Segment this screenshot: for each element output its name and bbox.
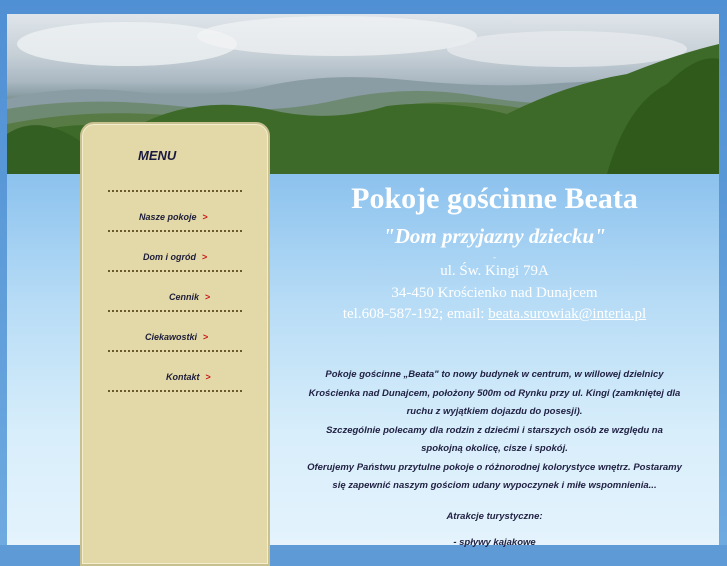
description-line: Oferujemy Państwu przytulne pokoje o róż…: [307, 461, 682, 473]
description-line: ruchu z wyjątkiem dojazdu do posesji).: [406, 406, 583, 417]
menu-divider: [108, 190, 242, 192]
address-city: 34-450 Krościenko nad Dunajcem: [391, 285, 598, 301]
menu-divider: [108, 390, 242, 392]
menu-title: MENU: [138, 148, 177, 163]
address-street: ul. Św. Kingi 79A: [440, 263, 549, 279]
description-line: spokojną okolicę, cisze i spokój.: [421, 443, 568, 454]
menu-item-ciekawostki[interactable]: Ciekawostki >: [145, 332, 208, 342]
phone-text: tel.608-587-192; email:: [342, 306, 489, 322]
page-title: Pokoje gościnne Beata: [351, 182, 638, 215]
attractions-heading: Atrakcje turystyczne:: [446, 511, 543, 522]
menu-item-dom-i-ogrod[interactable]: Dom i ogród >: [143, 252, 207, 262]
menu-item-kontakt[interactable]: Kontakt >: [166, 372, 211, 382]
menu-item-label: Cennik: [169, 292, 200, 302]
contact-line: tel.608-587-192; email: beata.surowiak@i…: [270, 306, 719, 323]
arrow-right-icon: >: [205, 292, 211, 302]
menu-item-nasze-pokoje[interactable]: Nasze pokoje >: [139, 212, 208, 222]
description-line: Szczególnie polecamy dla rodzin z dziećm…: [326, 424, 663, 436]
email-link[interactable]: beata.surowiak@interia.pl: [488, 306, 646, 322]
description-line: się zapewnić naszym gościom udany wypocz…: [332, 480, 657, 491]
arrow-right-icon: >: [202, 212, 208, 222]
menu-item-label: Nasze pokoje: [139, 212, 197, 222]
menu-item-label: Dom i ogród: [143, 252, 196, 262]
description-line: Pokoje gościnne „Beata" to nowy budynek …: [325, 369, 664, 380]
menu-divider: [108, 270, 242, 272]
description: Pokoje gościnne „Beata" to nowy budynek …: [280, 366, 709, 496]
separator-dash: -: [493, 252, 496, 262]
attraction-item: - spływy kajakowe: [453, 537, 536, 548]
menu-item-cennik[interactable]: Cennik >: [169, 292, 210, 302]
sidebar-menu: MENU Nasze pokoje > Dom i ogród > Cennik > …: [80, 122, 270, 566]
description-line: Krościenka nad Dunajcem, położony 500m o…: [308, 387, 681, 399]
menu-item-label: Kontakt: [166, 372, 200, 382]
menu-divider: [108, 230, 242, 232]
arrow-right-icon: >: [203, 332, 209, 342]
menu-item-label: Ciekawostki: [145, 332, 198, 342]
menu-divider: [108, 350, 242, 352]
menu-divider: [108, 310, 242, 312]
arrow-right-icon: >: [202, 252, 208, 262]
tagline: "Dom przyjazny dziecku": [383, 224, 606, 248]
arrow-right-icon: >: [205, 372, 211, 382]
